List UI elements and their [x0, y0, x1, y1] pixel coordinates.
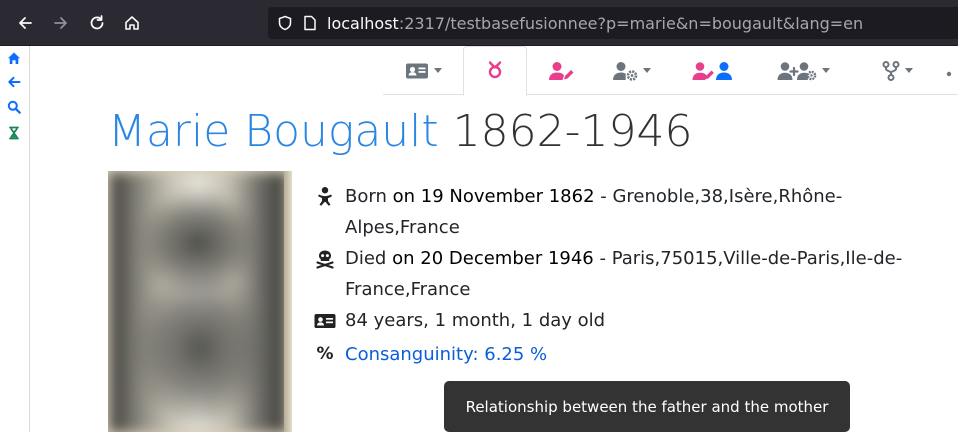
tooltip: Relationship between the father and the …	[444, 381, 850, 432]
chevron-down-icon	[642, 68, 651, 73]
age-text: 84 years, 1 month, 1 day old	[345, 310, 606, 331]
hourglass-icon[interactable]	[6, 125, 22, 141]
browser-toolbar: localhost:2317/testbasefusionnee?p=marie…	[0, 0, 958, 46]
user-plus-cog-icon	[777, 61, 817, 81]
reload-icon[interactable]	[84, 10, 110, 36]
user-edit-icon	[548, 61, 574, 81]
tab-female[interactable]	[463, 46, 527, 96]
consanguinity-link[interactable]: Consanguinity: 6.25 %	[345, 339, 945, 370]
age-fact: 84 years, 1 month, 1 day old	[314, 305, 945, 336]
code-fork-icon	[882, 60, 900, 81]
user-cog-icon	[612, 61, 638, 81]
death-text: Died on 20 December 1946 - Paris,75015,V…	[345, 248, 903, 300]
death-fact: Died on 20 December 1946 - Paris,75015,V…	[314, 243, 945, 305]
chevron-down-icon	[904, 68, 913, 73]
percent-icon: %	[316, 344, 334, 364]
photo-border	[284, 171, 292, 432]
portrait-photo	[110, 173, 286, 432]
home-icon[interactable]	[119, 10, 145, 36]
person-name[interactable]: Marie Bougault	[108, 106, 439, 157]
left-nav	[0, 46, 30, 432]
chevron-down-icon	[433, 68, 442, 73]
skull-crossbones-icon	[314, 243, 336, 274]
forward-arrow-icon[interactable]	[48, 10, 74, 36]
tab-add-family[interactable]	[763, 46, 843, 95]
home-icon[interactable]	[6, 50, 22, 66]
tab-person-tools[interactable]	[601, 46, 661, 95]
page-icon	[303, 15, 317, 31]
person-menu-tabs	[383, 46, 958, 96]
id-card-icon	[314, 305, 336, 336]
female-symbol-icon	[485, 60, 505, 82]
person-dates: 1862-1946	[452, 106, 693, 157]
tab-more[interactable]	[943, 46, 958, 95]
users-edit-icon	[692, 61, 734, 81]
chevron-down-icon	[821, 68, 830, 73]
shield-icon[interactable]	[277, 15, 293, 31]
back-arrow-icon[interactable]	[12, 10, 38, 36]
partial-icon	[943, 64, 953, 78]
arrow-left-icon[interactable]	[6, 74, 22, 90]
url-bar[interactable]: localhost:2317/testbasefusionnee?p=marie…	[268, 7, 958, 39]
tab-edit-family[interactable]	[683, 46, 743, 95]
portrait-image[interactable]	[108, 171, 292, 432]
url-text[interactable]: localhost:2317/testbasefusionnee?p=marie…	[327, 14, 863, 33]
birth-fact: Born on 19 November 1862 - Grenoble,38,I…	[314, 181, 945, 243]
baby-icon	[314, 181, 336, 212]
birth-text: Born on 19 November 1862 - Grenoble,38,I…	[345, 186, 843, 238]
page-title: Marie Bougault 1862-1946	[108, 106, 693, 157]
id-card-icon	[405, 62, 429, 80]
tab-person-info[interactable]	[383, 46, 463, 95]
search-icon[interactable]	[6, 99, 22, 115]
consanguinity-fact: % Consanguinity: 6.25 %	[314, 339, 945, 370]
tab-branches[interactable]	[869, 46, 925, 95]
tab-edit-person[interactable]	[533, 46, 589, 95]
